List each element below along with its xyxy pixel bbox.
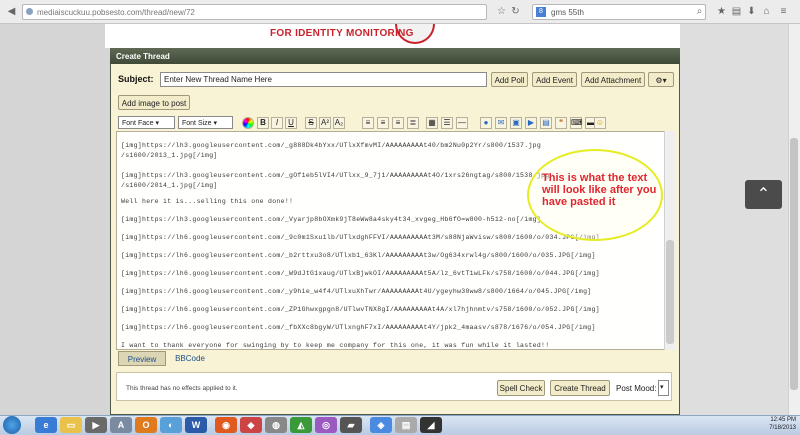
folder-icon[interactable]: ▭	[60, 417, 82, 433]
download-icon[interactable]: ⬇	[746, 6, 757, 17]
address-bar[interactable]: mediaiscuckuu.pobsesto.com/thread/new/72	[22, 4, 487, 20]
tab-preview[interactable]: Preview	[118, 351, 166, 366]
spell-check-button[interactable]: Spell Check	[497, 380, 545, 396]
search-engine-icon[interactable]: 8	[536, 7, 546, 17]
ad-text: FOR IDENTITY MONITORING	[270, 28, 414, 39]
page-margin	[680, 24, 788, 415]
superscript-icon[interactable]: A²	[319, 117, 331, 129]
app-icon[interactable]: ▤	[395, 417, 417, 433]
editor-line: [img]https://lh3.googleusercontent.com/_…	[121, 172, 550, 179]
scroll-to-top-button[interactable]: ⌃	[745, 180, 782, 209]
align-right-icon[interactable]: ≡	[392, 117, 404, 129]
star-icon[interactable]: ★	[716, 6, 727, 17]
app-icon[interactable]: ◆	[240, 417, 262, 433]
editor-line: [img]https://lh3.googleusercontent.com/_…	[121, 142, 542, 149]
add-attachment-button[interactable]: Add Attachment	[581, 72, 645, 87]
bookmark-star-icon[interactable]: ☆	[496, 6, 507, 17]
clock-date: 7/18/2013	[769, 425, 796, 431]
app-icon[interactable]: ◢	[420, 417, 442, 433]
email-icon[interactable]: ✉	[495, 117, 507, 129]
font-size-select[interactable]: Font Size ▾	[178, 116, 233, 129]
image-icon[interactable]: ▣	[510, 117, 522, 129]
table-icon[interactable]: ▦	[426, 117, 438, 129]
italic-icon[interactable]: I	[271, 117, 283, 129]
editor-line: [img]https://lh6.googleusercontent.com/_…	[121, 306, 600, 313]
search-go-icon[interactable]: ⌕	[694, 6, 705, 17]
menu-icon[interactable]: ≡	[778, 6, 789, 17]
start-button[interactable]	[3, 416, 21, 434]
add-poll-button[interactable]: Add Poll	[491, 72, 528, 87]
editor-line: [img]https://lh6.googleusercontent.com/_…	[121, 234, 600, 241]
tab-bbcode[interactable]: BBCode	[170, 351, 210, 366]
editor-line: Well here it is...selling this one done!…	[121, 198, 294, 205]
gear-icon: ⚙▾	[655, 76, 667, 85]
align-left-icon[interactable]: ≡	[362, 117, 374, 129]
post-mood-label: Post Mood:	[616, 384, 657, 393]
subject-label: Subject:	[118, 74, 154, 84]
page-scrollbar-thumb[interactable]	[790, 138, 798, 390]
app-icon[interactable]: ◐	[160, 417, 182, 433]
search-bar[interactable]: gms 55th	[532, 4, 706, 20]
editor-scrollbar-thumb[interactable]	[666, 240, 674, 344]
ie-icon[interactable]: e	[35, 417, 57, 433]
app-icon[interactable]: ◎	[315, 417, 337, 433]
code-icon[interactable]: ⌨	[570, 117, 583, 129]
firefox-icon[interactable]: ◉	[215, 417, 237, 433]
post-mood-select[interactable]: ▾	[658, 380, 669, 396]
media-icon[interactable]: ▶	[85, 417, 107, 433]
word-icon[interactable]: W	[185, 417, 207, 433]
editor-line: [img]https://lh6.googleusercontent.com/_…	[121, 324, 596, 331]
horizontal-rule-icon[interactable]: —	[456, 117, 468, 129]
editor-line: I want to thank everyone for swinging by…	[121, 342, 550, 349]
add-event-button[interactable]: Add Event	[532, 72, 577, 87]
bold-icon[interactable]: B	[257, 117, 269, 129]
app-icon[interactable]: ◭	[290, 417, 312, 433]
site-icon	[26, 8, 33, 15]
editor-line: /s1600/2013_1.jpg[/img]	[121, 152, 218, 159]
editor-line: [img]https://lh6.googleusercontent.com/_…	[121, 270, 600, 277]
footer-note: This thread has no effects applied to it…	[126, 385, 238, 392]
underline-icon[interactable]: U	[285, 117, 297, 129]
app-icon[interactable]: ◍	[265, 417, 287, 433]
list-icon[interactable]: ☰	[441, 117, 453, 129]
align-center-icon[interactable]: ≡	[377, 117, 389, 129]
settings-dropdown[interactable]: ⚙▾	[648, 72, 674, 87]
editor-line: [img]https://lh6.googleusercontent.com/_…	[121, 288, 592, 295]
link-icon[interactable]: ●	[480, 117, 492, 129]
editor-line: [img]https://lh3.googleusercontent.com/_…	[121, 216, 542, 223]
bookmarks-icon[interactable]: ▤	[731, 6, 742, 17]
create-thread-button[interactable]: Create Thread	[550, 380, 610, 396]
app-icon[interactable]: ▰	[340, 417, 362, 433]
font-face-select[interactable]: Font Face ▾	[118, 116, 175, 129]
add-image-button[interactable]: Add image to post	[118, 95, 190, 110]
video-icon[interactable]: ▶	[525, 117, 537, 129]
justify-icon[interactable]: ≣	[407, 117, 419, 129]
color-picker-icon[interactable]	[242, 117, 254, 129]
outlook-icon[interactable]: O	[135, 417, 157, 433]
subject-input[interactable]	[160, 72, 487, 87]
strikethrough-icon[interactable]: S	[305, 117, 317, 129]
annotation-text: This is what the text will look like aft…	[542, 172, 657, 208]
home-icon[interactable]: ⌂	[761, 6, 772, 17]
embed-icon[interactable]: ▤	[540, 117, 552, 129]
editor-line: /s1600/2014_1.jpg[/img]	[121, 182, 218, 189]
dropbox-icon[interactable]: ◈	[370, 417, 392, 433]
editor-line: [img]https://lh6.googleusercontent.com/_…	[121, 252, 596, 259]
smiley-icon[interactable]: ☺	[594, 117, 606, 129]
app-icon[interactable]: A	[110, 417, 132, 433]
subscript-icon[interactable]: A₂	[333, 117, 345, 129]
reload-icon[interactable]: ↻	[510, 6, 521, 17]
quote-icon[interactable]: ❝	[555, 117, 567, 129]
panel-title: Create Thread	[110, 48, 680, 64]
back-icon[interactable]: ◀	[6, 6, 17, 17]
clock-time: 12:45 PM	[770, 417, 796, 423]
